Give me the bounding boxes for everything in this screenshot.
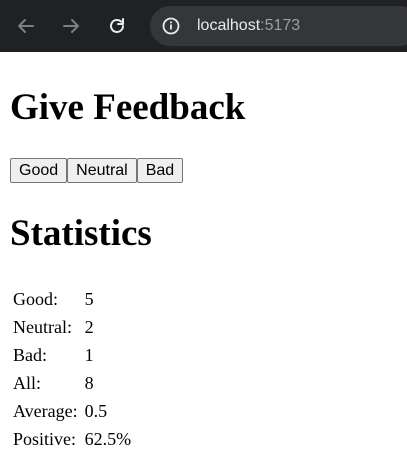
forward-button[interactable] [55, 10, 87, 42]
reload-icon [110, 18, 124, 33]
stat-value: 2 [84, 317, 94, 337]
arrow-left-icon [18, 19, 34, 33]
statistics-title: Statistics [10, 213, 152, 254]
url-host: localhost [197, 17, 261, 34]
arrow-right-icon [63, 19, 79, 33]
feedback-buttons: Good Neutral Bad [10, 158, 184, 183]
url-text: localhost:5173 [197, 16, 300, 36]
stat-value: 62.5% [84, 429, 132, 449]
info-icon[interactable] [162, 17, 180, 35]
feedback-title: Give Feedback [10, 87, 246, 128]
table-row: Positive: 62.5% [12, 426, 132, 452]
table-row: Bad: 1 [12, 342, 132, 368]
good-button[interactable]: Good [10, 158, 68, 183]
table-row: Average: 0.5 [12, 398, 132, 424]
stat-label: Bad: [13, 345, 47, 365]
stat-label: Positive: [13, 429, 77, 449]
stat-label: Neutral: [13, 317, 72, 337]
stat-label: All: [13, 373, 42, 393]
url-port: :5173 [260, 17, 301, 34]
statistics-table: Good: 5 Neutral: 2 Bad: 1 All: 8 Average… [10, 284, 134, 454]
address-bar[interactable]: localhost:5173 [150, 6, 407, 46]
bad-button[interactable]: Bad [136, 158, 184, 183]
stat-value: 8 [84, 373, 94, 393]
table-row: All: 8 [12, 370, 132, 396]
stat-label: Average: [13, 401, 78, 421]
browser-toolbar: localhost:5173 [0, 0, 407, 52]
neutral-button[interactable]: Neutral [67, 158, 137, 183]
stat-label: Good: [13, 289, 58, 309]
reload-button[interactable] [101, 10, 133, 42]
table-row: Neutral: 2 [12, 314, 132, 340]
stat-value: 5 [84, 289, 94, 309]
stat-value: 0.5 [84, 401, 108, 421]
stat-value: 1 [84, 345, 94, 365]
table-row: Good: 5 [12, 286, 132, 312]
back-button[interactable] [10, 10, 42, 42]
